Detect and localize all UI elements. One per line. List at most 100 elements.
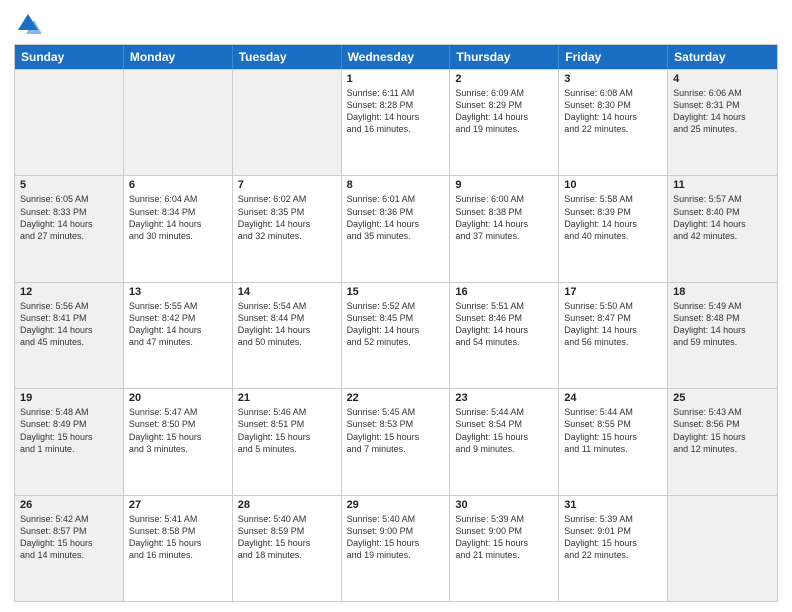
day-number: 20 xyxy=(129,392,227,404)
calendar-cell: 16 Sunrise: 5:51 AM Sunset: 8:46 PM Dayli… xyxy=(450,283,559,388)
cell-info: Sunrise: 5:56 AM Sunset: 8:41 PM Dayligh… xyxy=(20,300,118,349)
cell-info: Sunrise: 5:39 AM Sunset: 9:01 PM Dayligh… xyxy=(564,513,662,562)
day-number: 17 xyxy=(564,286,662,298)
cell-info: Sunrise: 5:51 AM Sunset: 8:46 PM Dayligh… xyxy=(455,300,553,349)
calendar-cell: 2Sunrise: 6:09 AM Sunset: 8:29 PM Daylig… xyxy=(450,70,559,175)
calendar-cell: 28 Sunrise: 5:40 AM Sunset: 8:59 PM Dayli… xyxy=(233,496,342,601)
day-number: 29 xyxy=(347,499,445,511)
calendar-cell: 15 Sunrise: 5:52 AM Sunset: 8:45 PM Dayli… xyxy=(342,283,451,388)
calendar-cell: 5 Sunrise: 6:05 AM Sunset: 8:33 PM Daylig… xyxy=(15,176,124,281)
day-number: 31 xyxy=(564,499,662,511)
day-number: 10 xyxy=(564,179,662,191)
day-number: 26 xyxy=(20,499,118,511)
day-number: 3 xyxy=(564,73,662,85)
calendar-cell: 21 Sunrise: 5:46 AM Sunset: 8:51 PM Dayli… xyxy=(233,389,342,494)
day-number: 30 xyxy=(455,499,553,511)
calendar-cell: 27 Sunrise: 5:41 AM Sunset: 8:58 PM Dayli… xyxy=(124,496,233,601)
day-number: 28 xyxy=(238,499,336,511)
cell-info: Sunrise: 5:40 AM Sunset: 9:00 PM Dayligh… xyxy=(347,513,445,562)
cell-info: Sunrise: 6:01 AM Sunset: 8:36 PM Dayligh… xyxy=(347,193,445,242)
calendar-cell: 4Sunrise: 6:06 AM Sunset: 8:31 PM Daylig… xyxy=(668,70,777,175)
day-number: 9 xyxy=(455,179,553,191)
cell-info: Sunrise: 6:02 AM Sunset: 8:35 PM Dayligh… xyxy=(238,193,336,242)
calendar-cell xyxy=(233,70,342,175)
day-number: 24 xyxy=(564,392,662,404)
calendar-cell: 26 Sunrise: 5:42 AM Sunset: 8:57 PM Dayli… xyxy=(15,496,124,601)
cell-info: Sunrise: 6:08 AM Sunset: 8:30 PM Dayligh… xyxy=(564,87,662,136)
cell-info: Sunrise: 5:44 AM Sunset: 8:55 PM Dayligh… xyxy=(564,406,662,455)
calendar-row-3: 19Sunrise: 5:48 AM Sunset: 8:49 PM Dayli… xyxy=(15,388,777,494)
day-number: 22 xyxy=(347,392,445,404)
cell-info: Sunrise: 6:00 AM Sunset: 8:38 PM Dayligh… xyxy=(455,193,553,242)
day-number: 15 xyxy=(347,286,445,298)
calendar-body: 1 Sunrise: 6:11 AM Sunset: 8:28 PM Daylig… xyxy=(15,69,777,601)
day-number: 7 xyxy=(238,179,336,191)
calendar-header-tuesday: Tuesday xyxy=(233,45,342,69)
calendar-row-1: 5 Sunrise: 6:05 AM Sunset: 8:33 PM Daylig… xyxy=(15,175,777,281)
calendar-cell: 25 Sunrise: 5:43 AM Sunset: 8:56 PM Dayli… xyxy=(668,389,777,494)
calendar-header-wednesday: Wednesday xyxy=(342,45,451,69)
day-number: 25 xyxy=(673,392,772,404)
cell-info: Sunrise: 5:47 AM Sunset: 8:50 PM Dayligh… xyxy=(129,406,227,455)
calendar: SundayMondayTuesdayWednesdayThursdayFrid… xyxy=(14,44,778,602)
cell-info: Sunrise: 5:45 AM Sunset: 8:53 PM Dayligh… xyxy=(347,406,445,455)
calendar-cell: 12 Sunrise: 5:56 AM Sunset: 8:41 PM Dayli… xyxy=(15,283,124,388)
calendar-cell: 1 Sunrise: 6:11 AM Sunset: 8:28 PM Daylig… xyxy=(342,70,451,175)
calendar-cell: 13 Sunrise: 5:55 AM Sunset: 8:42 PM Dayli… xyxy=(124,283,233,388)
calendar-cell xyxy=(15,70,124,175)
calendar-cell: 6Sunrise: 6:04 AM Sunset: 8:34 PM Daylig… xyxy=(124,176,233,281)
calendar-cell: 8Sunrise: 6:01 AM Sunset: 8:36 PM Daylig… xyxy=(342,176,451,281)
cell-info: Sunrise: 5:42 AM Sunset: 8:57 PM Dayligh… xyxy=(20,513,118,562)
calendar-header-saturday: Saturday xyxy=(668,45,777,69)
day-number: 27 xyxy=(129,499,227,511)
calendar-cell: 31 Sunrise: 5:39 AM Sunset: 9:01 PM Dayli… xyxy=(559,496,668,601)
header xyxy=(14,10,778,38)
day-number: 18 xyxy=(673,286,772,298)
calendar-cell: 18 Sunrise: 5:49 AM Sunset: 8:48 PM Dayli… xyxy=(668,283,777,388)
cell-info: Sunrise: 5:55 AM Sunset: 8:42 PM Dayligh… xyxy=(129,300,227,349)
cell-info: Sunrise: 6:11 AM Sunset: 8:28 PM Dayligh… xyxy=(347,87,445,136)
calendar-cell: 19Sunrise: 5:48 AM Sunset: 8:49 PM Dayli… xyxy=(15,389,124,494)
day-number: 1 xyxy=(347,73,445,85)
calendar-cell xyxy=(668,496,777,601)
calendar-cell: 10 Sunrise: 5:58 AM Sunset: 8:39 PM Dayli… xyxy=(559,176,668,281)
calendar-cell: 24 Sunrise: 5:44 AM Sunset: 8:55 PM Dayli… xyxy=(559,389,668,494)
calendar-cell: 23 Sunrise: 5:44 AM Sunset: 8:54 PM Dayli… xyxy=(450,389,559,494)
cell-info: Sunrise: 5:40 AM Sunset: 8:59 PM Dayligh… xyxy=(238,513,336,562)
calendar-header-monday: Monday xyxy=(124,45,233,69)
calendar-header-thursday: Thursday xyxy=(450,45,559,69)
calendar-cell: 17Sunrise: 5:50 AM Sunset: 8:47 PM Dayli… xyxy=(559,283,668,388)
day-number: 14 xyxy=(238,286,336,298)
cell-info: Sunrise: 5:43 AM Sunset: 8:56 PM Dayligh… xyxy=(673,406,772,455)
cell-info: Sunrise: 5:46 AM Sunset: 8:51 PM Dayligh… xyxy=(238,406,336,455)
calendar-header-sunday: Sunday xyxy=(15,45,124,69)
day-number: 12 xyxy=(20,286,118,298)
cell-info: Sunrise: 5:41 AM Sunset: 8:58 PM Dayligh… xyxy=(129,513,227,562)
calendar-cell: 30Sunrise: 5:39 AM Sunset: 9:00 PM Dayli… xyxy=(450,496,559,601)
calendar-cell: 11Sunrise: 5:57 AM Sunset: 8:40 PM Dayli… xyxy=(668,176,777,281)
calendar-cell: 9 Sunrise: 6:00 AM Sunset: 8:38 PM Daylig… xyxy=(450,176,559,281)
cell-info: Sunrise: 5:52 AM Sunset: 8:45 PM Dayligh… xyxy=(347,300,445,349)
cell-info: Sunrise: 5:44 AM Sunset: 8:54 PM Dayligh… xyxy=(455,406,553,455)
calendar-cell: 7 Sunrise: 6:02 AM Sunset: 8:35 PM Daylig… xyxy=(233,176,342,281)
calendar-cell: 22 Sunrise: 5:45 AM Sunset: 8:53 PM Dayli… xyxy=(342,389,451,494)
day-number: 6 xyxy=(129,179,227,191)
day-number: 16 xyxy=(455,286,553,298)
cell-info: Sunrise: 5:48 AM Sunset: 8:49 PM Dayligh… xyxy=(20,406,118,455)
day-number: 23 xyxy=(455,392,553,404)
page: SundayMondayTuesdayWednesdayThursdayFrid… xyxy=(0,0,792,612)
cell-info: Sunrise: 6:05 AM Sunset: 8:33 PM Dayligh… xyxy=(20,193,118,242)
day-number: 11 xyxy=(673,179,772,191)
logo-icon xyxy=(14,10,42,38)
cell-info: Sunrise: 5:54 AM Sunset: 8:44 PM Dayligh… xyxy=(238,300,336,349)
cell-info: Sunrise: 5:49 AM Sunset: 8:48 PM Dayligh… xyxy=(673,300,772,349)
calendar-cell: 3 Sunrise: 6:08 AM Sunset: 8:30 PM Daylig… xyxy=(559,70,668,175)
day-number: 21 xyxy=(238,392,336,404)
day-number: 2 xyxy=(455,73,553,85)
day-number: 13 xyxy=(129,286,227,298)
calendar-cell: 29 Sunrise: 5:40 AM Sunset: 9:00 PM Dayli… xyxy=(342,496,451,601)
calendar-cell: 14 Sunrise: 5:54 AM Sunset: 8:44 PM Dayli… xyxy=(233,283,342,388)
calendar-row-4: 26 Sunrise: 5:42 AM Sunset: 8:57 PM Dayli… xyxy=(15,495,777,601)
cell-info: Sunrise: 5:58 AM Sunset: 8:39 PM Dayligh… xyxy=(564,193,662,242)
day-number: 5 xyxy=(20,179,118,191)
